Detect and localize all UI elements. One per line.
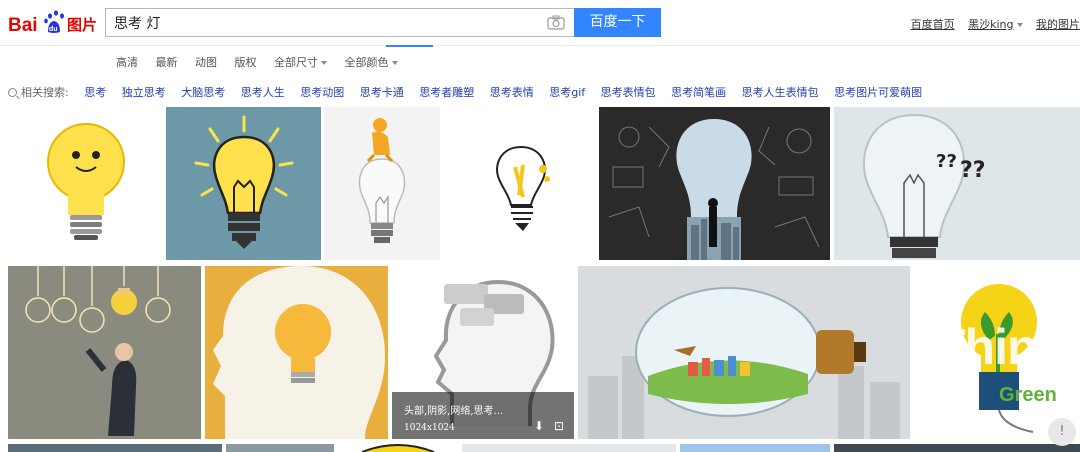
image-size: 1024x1024	[404, 423, 455, 433]
related-keyword[interactable]: 思考动图	[300, 86, 344, 99]
related-keyword[interactable]: 思考	[84, 86, 106, 99]
image-result[interactable]	[599, 107, 830, 260]
svg-text:图片: 图片	[67, 16, 97, 34]
search-box[interactable]	[105, 8, 575, 37]
related-keyword[interactable]: 思考人生	[241, 86, 285, 99]
filter-size-label: 全部尺寸	[274, 56, 318, 69]
image-result[interactable]	[166, 107, 321, 260]
filter-bar: 高清 最新 动图 版权 全部尺寸 全部颜色	[116, 54, 412, 70]
filter-color-label: 全部颜色	[344, 56, 389, 69]
filter-animated[interactable]: 动图	[195, 56, 217, 69]
svg-text:??: ??	[960, 158, 986, 183]
related-keyword[interactable]: 大脑思考	[181, 86, 225, 99]
related-searches: 相关搜索: 思考 独立思考 大脑思考 思考人生 思考动图 思考卡通 思考者雕塑 …	[8, 84, 922, 100]
search-icon	[8, 88, 17, 97]
filter-color[interactable]: 全部颜色	[345, 56, 398, 69]
related-keyword[interactable]: 思考gif	[549, 86, 585, 99]
related-keyword[interactable]: 思考者雕塑	[419, 86, 474, 99]
filter-size[interactable]: 全部尺寸	[274, 56, 327, 69]
chevron-down-icon	[1016, 23, 1023, 27]
camera-icon[interactable]	[547, 15, 565, 30]
svg-text:du: du	[49, 26, 58, 33]
related-label: 相关搜索:	[21, 86, 69, 99]
image-result[interactable]	[338, 444, 458, 452]
svg-text:??: ??	[936, 151, 957, 172]
image-result[interactable]	[834, 444, 1080, 452]
link-baidu-home[interactable]: 百度首页	[911, 18, 955, 31]
image-result[interactable]: Think Green	[913, 266, 1080, 439]
related-keyword[interactable]: 思考卡通	[360, 86, 404, 99]
image-caption: 头部,阴影,网络,思考...	[404, 406, 504, 417]
image-result[interactable]	[324, 107, 440, 260]
top-links: 百度首页 黑沙king 我的图片	[901, 16, 1080, 32]
download-icon[interactable]: ⬇	[534, 419, 544, 433]
image-result[interactable]: 头部,阴影,网络,思考... 1024x1024 ⬇ ⊡	[392, 266, 574, 439]
search-input[interactable]	[114, 13, 534, 33]
chevron-down-icon	[321, 61, 327, 65]
related-keyword[interactable]: 思考人生表情包	[742, 86, 819, 99]
link-my-images[interactable]: 我的图片	[1036, 18, 1080, 31]
image-result[interactable]	[443, 107, 596, 260]
baidu-logo[interactable]: Bai du 图片	[8, 6, 100, 38]
image-result[interactable]	[578, 266, 910, 439]
svg-text:Bai: Bai	[8, 15, 38, 36]
overlay-actions: ⬇ ⊡	[534, 419, 564, 433]
image-result[interactable]	[8, 444, 222, 452]
view-icon[interactable]: ⊡	[554, 419, 564, 433]
image-result[interactable]	[205, 266, 388, 439]
image-result[interactable]	[8, 107, 163, 260]
link-user[interactable]: 黑沙king	[968, 18, 1023, 31]
filter-indicator	[386, 45, 433, 47]
back-to-top-button[interactable]: !	[1048, 418, 1076, 446]
image-result[interactable]	[680, 444, 830, 452]
related-keyword[interactable]: 思考表情包	[601, 86, 656, 99]
filter-latest[interactable]: 最新	[156, 56, 178, 69]
related-keyword[interactable]: 思考表情	[490, 86, 534, 99]
chevron-down-icon	[391, 61, 398, 65]
header: Bai du 图片 百度一下 百度首页 黑沙king 我的图片	[0, 0, 1080, 46]
related-keyword[interactable]: 思考简笔画	[671, 86, 726, 99]
filter-copyright[interactable]: 版权	[235, 56, 257, 69]
filter-hd[interactable]: 高清	[116, 56, 138, 69]
image-result[interactable]: ?? ??	[834, 107, 1080, 260]
user-name: 黑沙king	[968, 18, 1014, 31]
related-keyword[interactable]: 思考图片可爱萌图	[834, 86, 922, 99]
related-keyword[interactable]: 独立思考	[122, 86, 166, 99]
green-text: Green	[999, 384, 1057, 406]
think-text: Think	[935, 319, 1064, 375]
image-result[interactable]	[8, 266, 201, 439]
image-result[interactable]	[226, 444, 334, 452]
image-result[interactable]	[462, 444, 676, 452]
search-button[interactable]: 百度一下	[574, 8, 661, 37]
